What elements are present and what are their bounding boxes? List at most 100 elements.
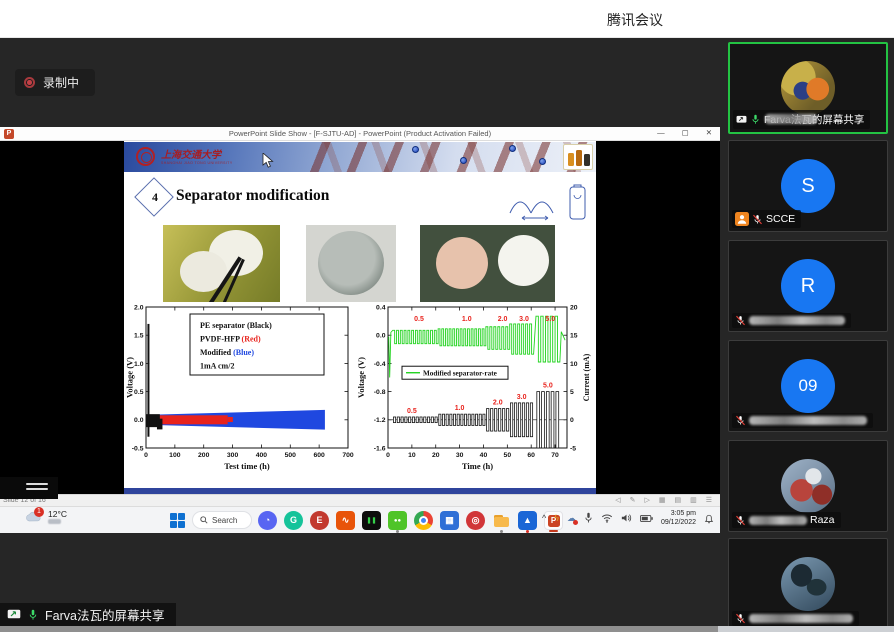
powerpoint-window: P PowerPoint Slide Show - [F-SJTU-AD] - …	[0, 127, 720, 506]
taskbar-icon-photos[interactable]: ▲	[518, 511, 537, 530]
svg-text:40: 40	[480, 452, 488, 459]
record-dot-icon	[24, 77, 35, 88]
svg-text:10: 10	[408, 452, 416, 459]
svg-text:5.0: 5.0	[545, 316, 555, 323]
slideshow-control-1[interactable]: ✎	[630, 496, 636, 504]
taskbar-icon-file-explorer[interactable]	[492, 511, 511, 530]
taskbar-icon-chrome[interactable]	[414, 511, 433, 530]
svg-text:0.5: 0.5	[134, 389, 144, 396]
slideshow-control-2[interactable]: ▷	[644, 496, 649, 504]
powerpoint-titlebar: P PowerPoint Slide Show - [F-SJTU-AD] - …	[0, 127, 720, 141]
name-redaction	[749, 614, 853, 623]
participant-label: Farva法瓦的屏幕共享	[733, 110, 870, 129]
screen-share-banner[interactable]: Farva法瓦的屏幕共享	[0, 603, 176, 626]
slide-title: Separator modification	[176, 187, 329, 205]
meeting-floating-toolbar[interactable]	[0, 477, 58, 499]
power-mode-icon[interactable]: ϟ	[554, 513, 559, 523]
screen-share-icon	[736, 115, 747, 125]
participant-tile-sharer[interactable]: Farva法瓦的屏幕共享	[728, 42, 888, 134]
name-redaction	[749, 516, 807, 525]
taskbar-icon-calculator[interactable]: ▦	[440, 511, 459, 530]
svg-text:700: 700	[342, 452, 354, 459]
cloud-sync-icon[interactable]: ☁	[567, 513, 576, 524]
svg-text:1.0: 1.0	[134, 361, 144, 368]
taskbar-icon-grammarly[interactable]: G	[284, 511, 303, 530]
mic-muted-icon	[735, 315, 746, 326]
start-button[interactable]	[170, 513, 185, 528]
minimize-button[interactable]: —	[657, 128, 665, 137]
member-badge-icon	[735, 212, 749, 226]
share-banner-label: Farva法瓦的屏幕共享	[45, 605, 164, 624]
svg-text:15: 15	[570, 333, 578, 340]
participant-tile-r[interactable]: R	[728, 240, 888, 332]
battery-icon[interactable]	[640, 514, 653, 523]
participant-label: SCCE	[732, 210, 801, 228]
notification-center-icon[interactable]	[704, 513, 714, 524]
svg-text:-1.2: -1.2	[374, 417, 386, 424]
university-name: 上海交通大学 SHANGHAI JIAO TONG UNIVERSITY	[161, 146, 233, 165]
participant-tile-scce[interactable]: S SCCE	[728, 140, 888, 232]
search-box[interactable]: Search	[192, 511, 252, 529]
svg-text:0.0: 0.0	[376, 333, 386, 340]
svg-text:PVDF-HFP (Red): PVDF-HFP (Red)	[200, 335, 261, 344]
svg-text:Modified separator-rate: Modified separator-rate	[423, 370, 497, 378]
participant-tile-09[interactable]: 09	[728, 340, 888, 432]
university-logo-icon	[136, 147, 155, 166]
wifi-icon[interactable]	[601, 513, 613, 523]
speaker-icon[interactable]	[621, 513, 632, 523]
clock[interactable]: 3:05 pm 09/12/2022	[661, 509, 696, 528]
taskbar-icon-endnote[interactable]: E	[310, 511, 329, 530]
mic-on-icon	[27, 609, 39, 621]
svg-text:20: 20	[570, 304, 578, 311]
participant-tile-eagle[interactable]	[728, 538, 888, 630]
participants-sidebar: Farva法瓦的屏幕共享 S SCCE	[722, 38, 894, 632]
svg-text:PE separator (Black): PE separator (Black)	[200, 321, 272, 330]
slideshow-control-0[interactable]: ◁	[615, 496, 620, 504]
restore-button[interactable]: ▢	[682, 128, 689, 137]
svg-text:2.0: 2.0	[498, 316, 508, 323]
weather-subtext	[48, 519, 61, 524]
slideshow-controls: ◁ ✎ ▷ ▦ ▤ ▥ ☰	[615, 496, 712, 504]
slideshow-control-3[interactable]: ▦	[659, 496, 666, 504]
mic-muted-icon	[735, 415, 746, 426]
svg-text:Time (h): Time (h)	[462, 461, 493, 471]
svg-text:Test time (h): Test time (h)	[224, 461, 270, 471]
tray-expand-icon[interactable]: ^	[542, 513, 546, 523]
svg-text:1.0: 1.0	[455, 405, 465, 412]
taskbar-icon-wechat[interactable]: ●●	[388, 511, 407, 530]
svg-text:60: 60	[527, 452, 535, 459]
date-label: 09/12/2022	[661, 518, 696, 527]
slideshow-control-4[interactable]: ▤	[674, 496, 681, 504]
app-title: 腾讯会议	[607, 10, 663, 30]
time-label: 3:05 pm	[661, 509, 696, 518]
microphone-icon[interactable]	[584, 512, 593, 524]
mic-muted-icon	[752, 214, 763, 225]
system-tray: ^ ϟ ☁ 3:05 pm 09/12	[542, 509, 714, 528]
svg-text:20: 20	[432, 452, 440, 459]
mic-muted-icon	[735, 613, 746, 624]
temperature-label: 12°C	[48, 509, 67, 519]
taskbar-icon-origin[interactable]: ∿	[336, 511, 355, 530]
name-redaction	[765, 114, 817, 124]
svg-text:Voltage (V): Voltage (V)	[356, 357, 366, 398]
avatar	[781, 557, 835, 611]
participant-tile-raza[interactable]: Raza	[728, 440, 888, 532]
name-redaction	[749, 316, 845, 325]
avatar: R	[781, 259, 835, 313]
svg-text:0: 0	[386, 452, 390, 459]
close-button[interactable]: ✕	[706, 128, 712, 137]
separator-photo-pair	[420, 225, 555, 302]
weather-widget[interactable]: 1 12°C	[26, 509, 67, 524]
svg-text:600: 600	[313, 452, 325, 459]
taskbar-icon-stocks[interactable]: ❚❚	[362, 511, 381, 530]
svg-text:2.0: 2.0	[134, 304, 144, 311]
slideshow-control-5[interactable]: ▥	[690, 496, 697, 504]
svg-text:0.4: 0.4	[376, 304, 386, 311]
taskbar-icon-opera[interactable]: ◎	[466, 511, 485, 530]
recording-badge[interactable]: 录制中	[15, 69, 95, 96]
slideshow-control-6[interactable]: ☰	[706, 496, 712, 504]
svg-text:400: 400	[256, 452, 268, 459]
taskbar-icon-chat-app[interactable]: ◔	[258, 511, 277, 530]
search-placeholder: Search	[212, 516, 237, 525]
svg-text:500: 500	[285, 452, 297, 459]
